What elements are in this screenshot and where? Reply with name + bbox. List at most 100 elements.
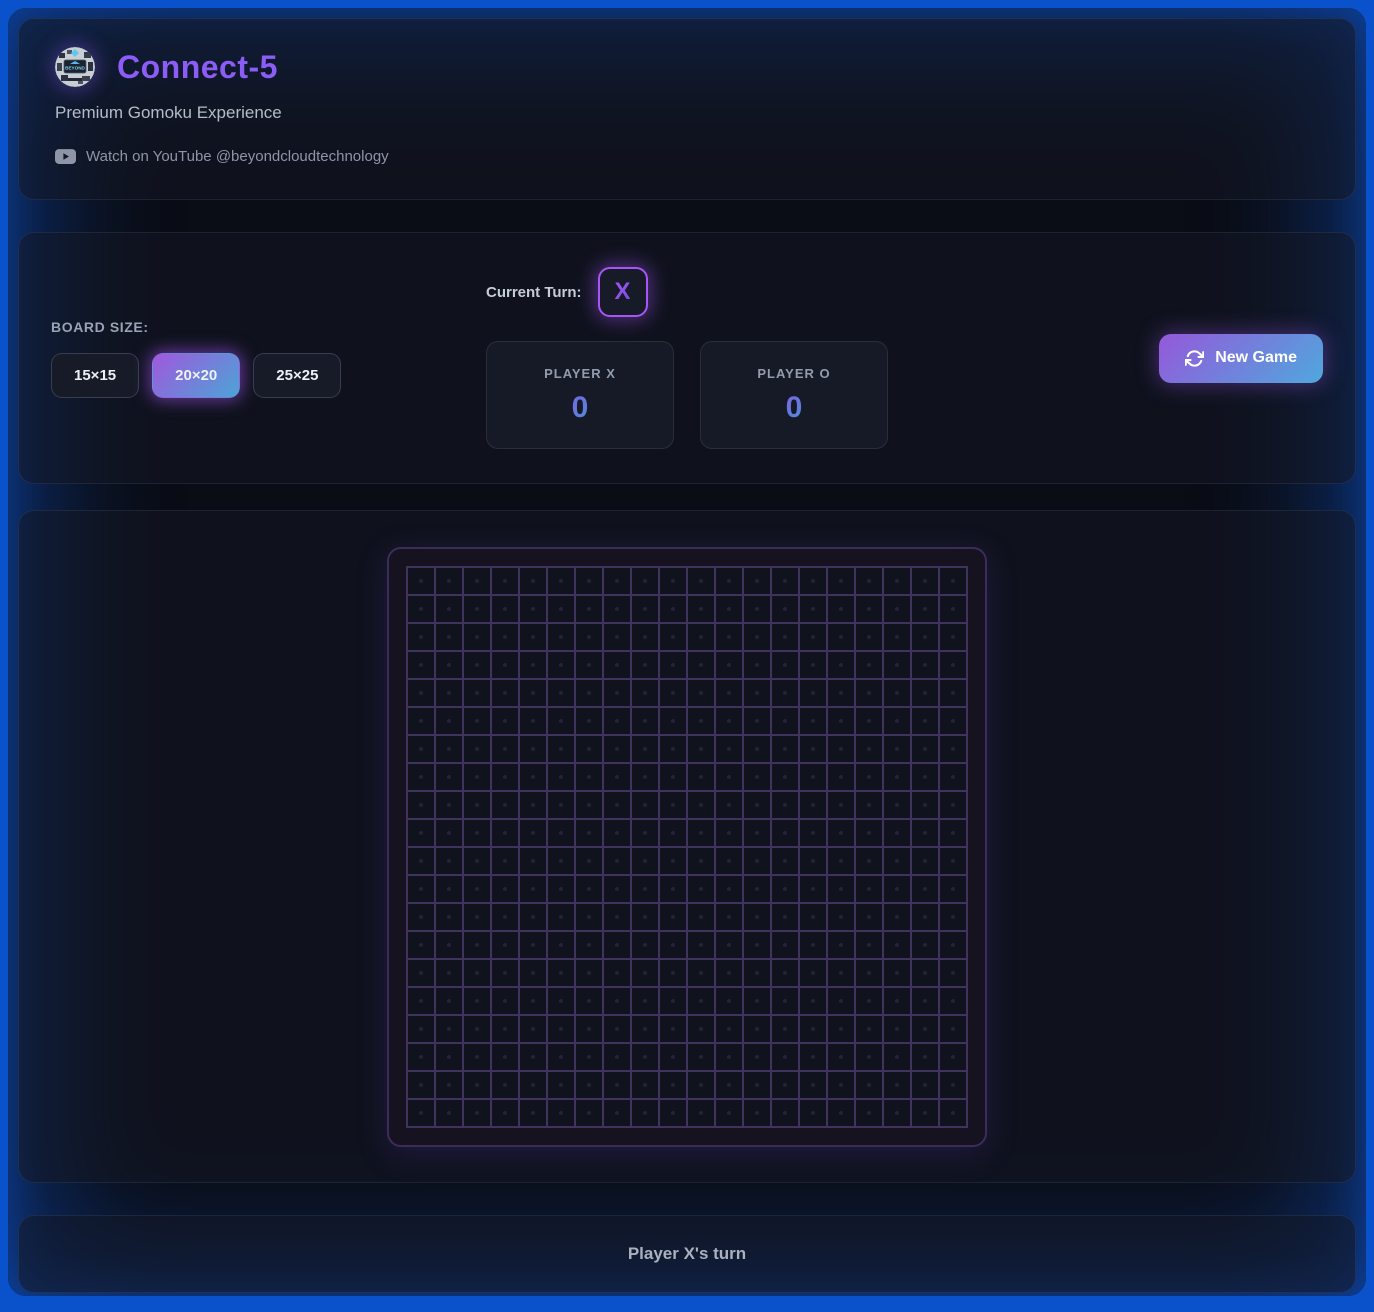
board-cell[interactable] <box>884 652 910 678</box>
board-cell[interactable] <box>688 764 714 790</box>
board-cell[interactable] <box>632 680 658 706</box>
board-cell[interactable] <box>940 1044 966 1070</box>
board-cell[interactable] <box>660 848 686 874</box>
board-cell[interactable] <box>632 960 658 986</box>
board-cell[interactable] <box>716 680 742 706</box>
board-cell[interactable] <box>632 624 658 650</box>
board-cell[interactable] <box>912 1072 938 1098</box>
board-cell[interactable] <box>828 904 854 930</box>
board-cell[interactable] <box>548 708 574 734</box>
board-cell[interactable] <box>856 904 882 930</box>
board-cell[interactable] <box>632 1044 658 1070</box>
board-cell[interactable] <box>912 960 938 986</box>
board-cell[interactable] <box>464 988 490 1014</box>
board-cell[interactable] <box>828 820 854 846</box>
board-cell[interactable] <box>716 848 742 874</box>
board-cell[interactable] <box>884 820 910 846</box>
board-cell[interactable] <box>604 792 630 818</box>
board-cell[interactable] <box>604 624 630 650</box>
board-cell[interactable] <box>548 736 574 762</box>
board-cell[interactable] <box>884 1044 910 1070</box>
board-cell[interactable] <box>716 792 742 818</box>
board-cell[interactable] <box>856 652 882 678</box>
board-cell[interactable] <box>744 792 770 818</box>
board-cell[interactable] <box>660 680 686 706</box>
board-cell[interactable] <box>744 1100 770 1126</box>
board-cell[interactable] <box>520 764 546 790</box>
board-cell[interactable] <box>940 596 966 622</box>
board-cell[interactable] <box>576 932 602 958</box>
board-cell[interactable] <box>408 848 434 874</box>
board-cell[interactable] <box>912 680 938 706</box>
board-cell[interactable] <box>632 876 658 902</box>
board-cell[interactable] <box>660 876 686 902</box>
board-cell[interactable] <box>660 764 686 790</box>
board-cell[interactable] <box>828 848 854 874</box>
board-cell[interactable] <box>632 596 658 622</box>
board-cell[interactable] <box>884 1016 910 1042</box>
board-cell[interactable] <box>604 764 630 790</box>
board-cell[interactable] <box>716 708 742 734</box>
board-cell[interactable] <box>492 1016 518 1042</box>
board-cell[interactable] <box>912 1044 938 1070</box>
board-cell[interactable] <box>940 568 966 594</box>
board-cell[interactable] <box>408 1100 434 1126</box>
board-cell[interactable] <box>436 1016 462 1042</box>
board-cell[interactable] <box>492 624 518 650</box>
board-cell[interactable] <box>940 652 966 678</box>
board-cell[interactable] <box>688 792 714 818</box>
board-cell[interactable] <box>884 1100 910 1126</box>
board-cell[interactable] <box>772 820 798 846</box>
board-cell[interactable] <box>856 960 882 986</box>
board-cell[interactable] <box>436 960 462 986</box>
board-cell[interactable] <box>492 736 518 762</box>
board-cell[interactable] <box>828 568 854 594</box>
board-cell[interactable] <box>520 932 546 958</box>
board-cell[interactable] <box>800 960 826 986</box>
board-cell[interactable] <box>828 1072 854 1098</box>
board-cell[interactable] <box>604 988 630 1014</box>
board-cell[interactable] <box>716 736 742 762</box>
board-cell[interactable] <box>604 932 630 958</box>
board-cell[interactable] <box>856 876 882 902</box>
board-cell[interactable] <box>800 680 826 706</box>
board-cell[interactable] <box>828 792 854 818</box>
board-cell[interactable] <box>772 708 798 734</box>
board-cell[interactable] <box>856 820 882 846</box>
board-cell[interactable] <box>464 1044 490 1070</box>
board-cell[interactable] <box>604 848 630 874</box>
board-cell[interactable] <box>548 1072 574 1098</box>
board-cell[interactable] <box>520 848 546 874</box>
board-cell[interactable] <box>632 652 658 678</box>
board-cell[interactable] <box>688 624 714 650</box>
board-cell[interactable] <box>716 624 742 650</box>
board-cell[interactable] <box>632 904 658 930</box>
board-cell[interactable] <box>772 1072 798 1098</box>
board-cell[interactable] <box>828 764 854 790</box>
board-cell[interactable] <box>744 624 770 650</box>
board-cell[interactable] <box>800 568 826 594</box>
board-cell[interactable] <box>464 1072 490 1098</box>
board-cell[interactable] <box>520 680 546 706</box>
board-cell[interactable] <box>520 652 546 678</box>
board-cell[interactable] <box>660 988 686 1014</box>
board-cell[interactable] <box>828 596 854 622</box>
board-cell[interactable] <box>744 568 770 594</box>
board-cell[interactable] <box>772 1100 798 1126</box>
board-cell[interactable] <box>632 988 658 1014</box>
board-cell[interactable] <box>464 1100 490 1126</box>
board-cell[interactable] <box>492 848 518 874</box>
board-cell[interactable] <box>408 652 434 678</box>
board-cell[interactable] <box>492 652 518 678</box>
board-cell[interactable] <box>660 932 686 958</box>
board-cell[interactable] <box>520 736 546 762</box>
board-cell[interactable] <box>632 848 658 874</box>
board-cell[interactable] <box>716 876 742 902</box>
board-cell[interactable] <box>660 1044 686 1070</box>
board-cell[interactable] <box>912 1016 938 1042</box>
board-cell[interactable] <box>604 652 630 678</box>
board-cell[interactable] <box>772 876 798 902</box>
board-cell[interactable] <box>744 820 770 846</box>
board-cell[interactable] <box>604 904 630 930</box>
board-cell[interactable] <box>604 708 630 734</box>
